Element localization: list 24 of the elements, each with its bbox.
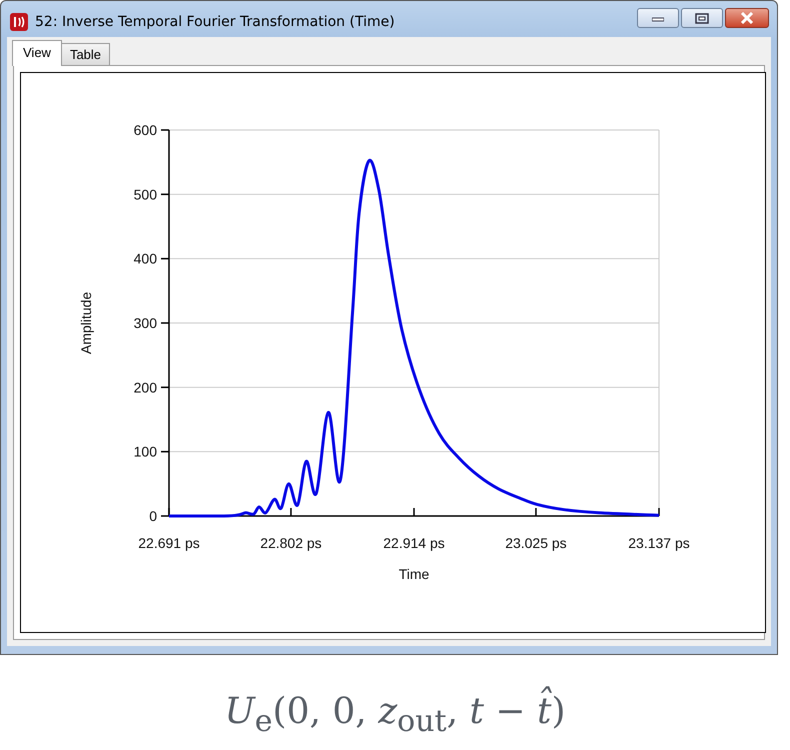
formula-caption: U$_{e}$(0, 0, z$_{out}$, t − t̂) (224, 677, 566, 750)
y-tick-label: 400 (134, 250, 157, 267)
y-tick-label: 600 (134, 122, 157, 138)
close-button[interactable] (725, 8, 769, 28)
tab[interactable]: View (12, 40, 62, 66)
y-tick-label: 200 (134, 379, 157, 396)
y-tick-label: 0 (149, 508, 157, 524)
x-tick-label: 22.691 ps (138, 535, 200, 551)
maximize-icon (695, 12, 709, 24)
x-axis-title: Time (398, 566, 430, 582)
close-icon (740, 12, 754, 24)
minimize-button[interactable] (637, 8, 679, 28)
app-icon (9, 12, 29, 32)
maximize-button[interactable] (681, 8, 723, 28)
x-tick-label: 23.137 ps (628, 535, 690, 551)
x-tick-label: 23.025 ps (505, 535, 567, 551)
x-tick-label: 22.802 ps (260, 535, 322, 551)
y-tick-label: 100 (134, 444, 157, 460)
y-tick-label: 300 (134, 315, 157, 331)
y-axis-title: Amplitude (78, 292, 94, 354)
y-tick-label: 500 (134, 186, 157, 202)
x-tick-label: 22.914 ps (383, 535, 445, 551)
window-title: 52: Inverse Temporal Fourier Transformation (Time) (35, 14, 396, 30)
tab[interactable]: Table (60, 43, 110, 65)
